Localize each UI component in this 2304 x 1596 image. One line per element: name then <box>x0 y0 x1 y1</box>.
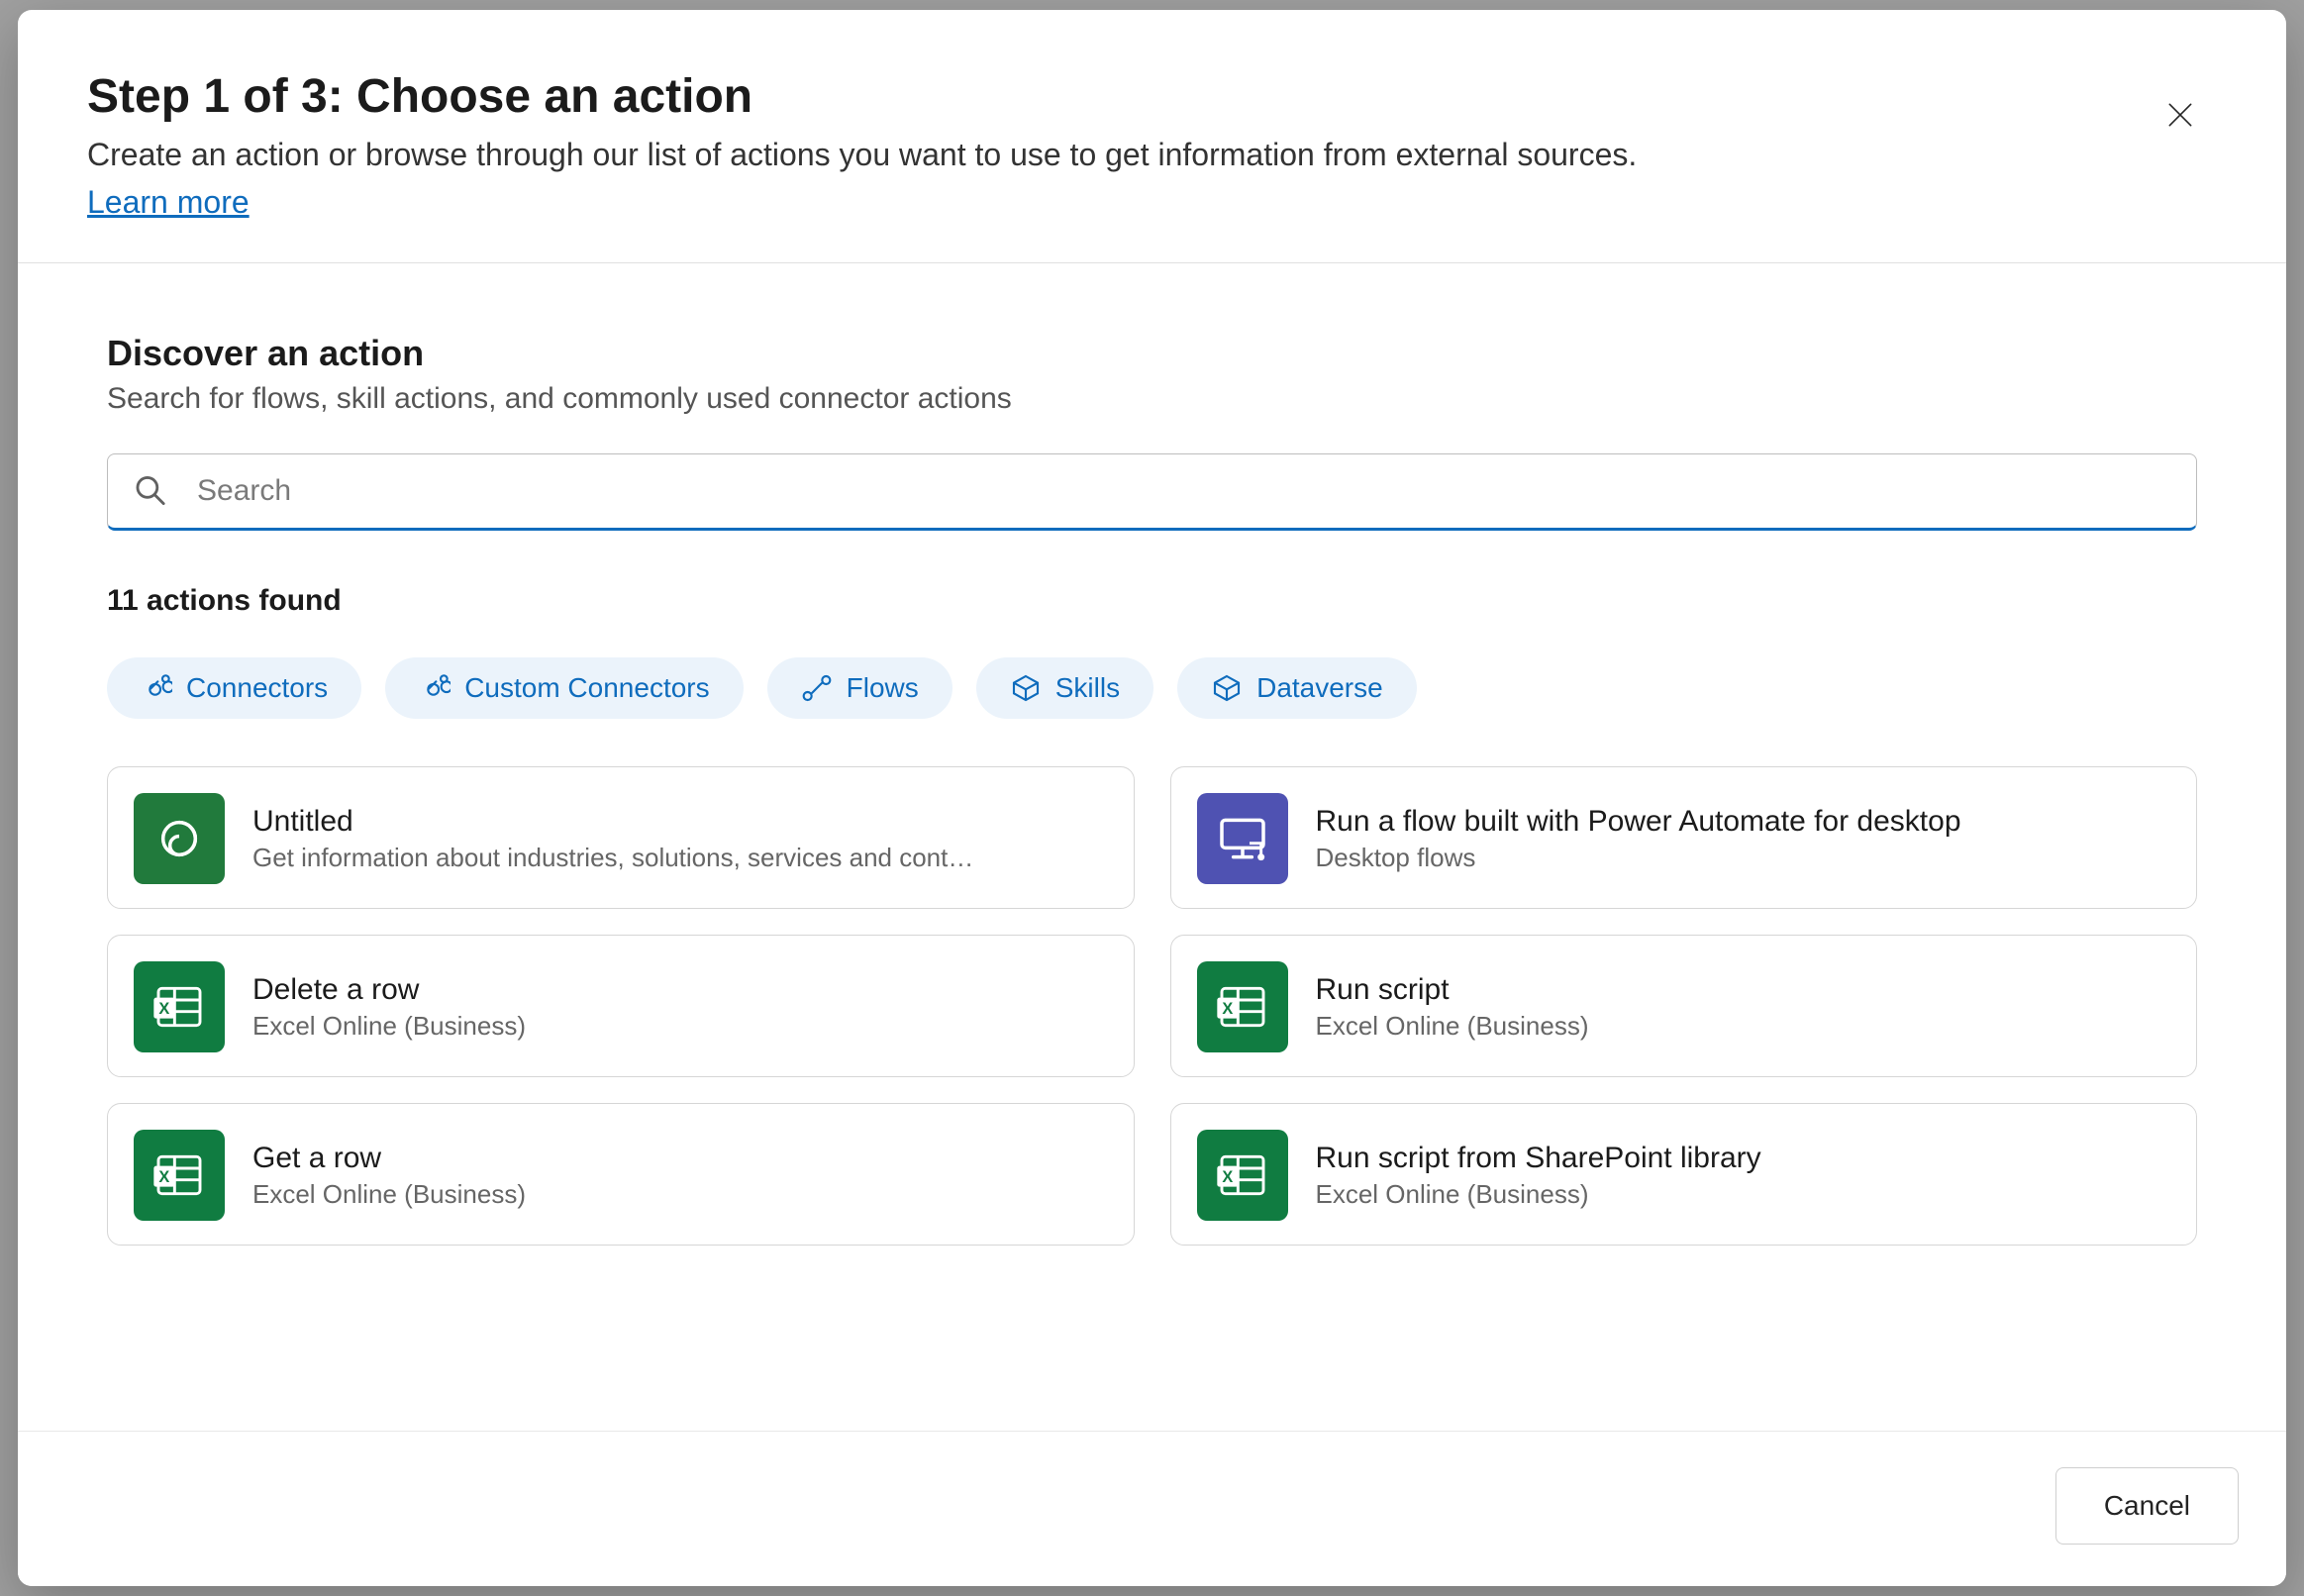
action-card-title: Run script <box>1316 973 2167 1007</box>
learn-more-link[interactable]: Learn more <box>87 184 250 221</box>
action-card-subtitle: Excel Online (Business) <box>1316 1179 2167 1210</box>
dialog-header-text: Step 1 of 3: Choose an action Create an … <box>87 69 2119 221</box>
excel-icon: X <box>134 1130 225 1221</box>
action-card-title: Delete a row <box>252 973 1104 1007</box>
action-card-title: Run script from SharePoint library <box>1316 1142 2167 1175</box>
filter-chip-skills[interactable]: Skills <box>976 657 1153 719</box>
filter-chip-label: Skills <box>1055 672 1120 704</box>
action-card-subtitle: Excel Online (Business) <box>252 1179 1104 1210</box>
svg-text:X: X <box>158 1000 169 1018</box>
svg-text:X: X <box>1222 1168 1233 1186</box>
filter-chip-label: Flows <box>847 672 919 704</box>
action-card[interactable]: Run a flow built with Power Automate for… <box>1170 766 2198 909</box>
action-card-subtitle: Excel Online (Business) <box>1316 1011 2167 1042</box>
svg-text:X: X <box>158 1168 169 1186</box>
action-card-title: Run a flow built with Power Automate for… <box>1316 805 2167 839</box>
action-card-text: Untitled Get information about industries… <box>252 805 1104 873</box>
cancel-button[interactable]: Cancel <box>2055 1467 2239 1545</box>
results-count: 11 actions found <box>107 584 2197 618</box>
action-card[interactable]: X Run script from SharePoint library Excel… <box>1170 1103 2198 1246</box>
action-card-title: Get a row <box>252 1142 1104 1175</box>
close-icon <box>2164 99 2196 131</box>
action-card-text: Run script from SharePoint library Excel … <box>1316 1142 2167 1210</box>
excel-icon: X <box>1197 1130 1288 1221</box>
action-card[interactable]: X Delete a row Excel Online (Business) <box>107 935 1135 1077</box>
filter-chip-label: Dataverse <box>1256 672 1383 704</box>
search-input[interactable] <box>107 453 2197 531</box>
action-card-text: Run script Excel Online (Business) <box>1316 973 2167 1042</box>
dialog-footer: Cancel <box>18 1431 2286 1586</box>
filter-chip-label: Connectors <box>186 672 328 704</box>
filter-chip-dataverse[interactable]: Dataverse <box>1177 657 1417 719</box>
dialog-title: Step 1 of 3: Choose an action <box>87 69 2119 124</box>
action-card-subtitle: Excel Online (Business) <box>252 1011 1104 1042</box>
action-card-subtitle: Get information about industries, soluti… <box>252 843 1104 873</box>
filter-chip-connectors[interactable]: Connectors <box>107 657 361 719</box>
cube-icon <box>1010 672 1042 704</box>
action-card-subtitle: Desktop flows <box>1316 843 2167 873</box>
flow-icon <box>801 672 833 704</box>
action-card-text: Delete a row Excel Online (Business) <box>252 973 1104 1042</box>
action-cards: Untitled Get information about industries… <box>107 766 2197 1246</box>
filter-chip-custom-connectors[interactable]: Custom Connectors <box>385 657 743 719</box>
discover-subtitle: Search for flows, skill actions, and com… <box>107 382 2197 416</box>
connector-icon <box>419 672 451 704</box>
desktop-flow-icon <box>1197 793 1288 884</box>
filter-chip-flows[interactable]: Flows <box>767 657 952 719</box>
svg-text:X: X <box>1222 1000 1233 1018</box>
choose-action-dialog: Step 1 of 3: Choose an action Create an … <box>18 10 2286 1586</box>
search-field-wrap <box>107 453 2197 531</box>
action-card-title: Untitled <box>252 805 1104 839</box>
dialog-header: Step 1 of 3: Choose an action Create an … <box>18 10 2286 263</box>
excel-icon: X <box>1197 961 1288 1052</box>
excel-icon: X <box>134 961 225 1052</box>
connector-icon <box>141 672 172 704</box>
action-card[interactable]: Untitled Get information about industries… <box>107 766 1135 909</box>
action-card-text: Get a row Excel Online (Business) <box>252 1142 1104 1210</box>
dialog-body: Discover an action Search for flows, ski… <box>18 263 2286 1431</box>
filter-chips: Connectors Custom Connectors Flows Skills Da… <box>107 657 2197 719</box>
close-button[interactable] <box>2158 93 2202 140</box>
action-card[interactable]: X Get a row Excel Online (Business) <box>107 1103 1135 1246</box>
discover-title: Discover an action <box>107 333 2197 374</box>
cube-icon <box>1211 672 1243 704</box>
dialog-description: Create an action or browse through our l… <box>87 134 2119 176</box>
filter-chip-label: Custom Connectors <box>464 672 709 704</box>
action-card[interactable]: X Run script Excel Online (Business) <box>1170 935 2198 1077</box>
swirl-icon <box>134 793 225 884</box>
action-card-text: Run a flow built with Power Automate for… <box>1316 805 2167 873</box>
